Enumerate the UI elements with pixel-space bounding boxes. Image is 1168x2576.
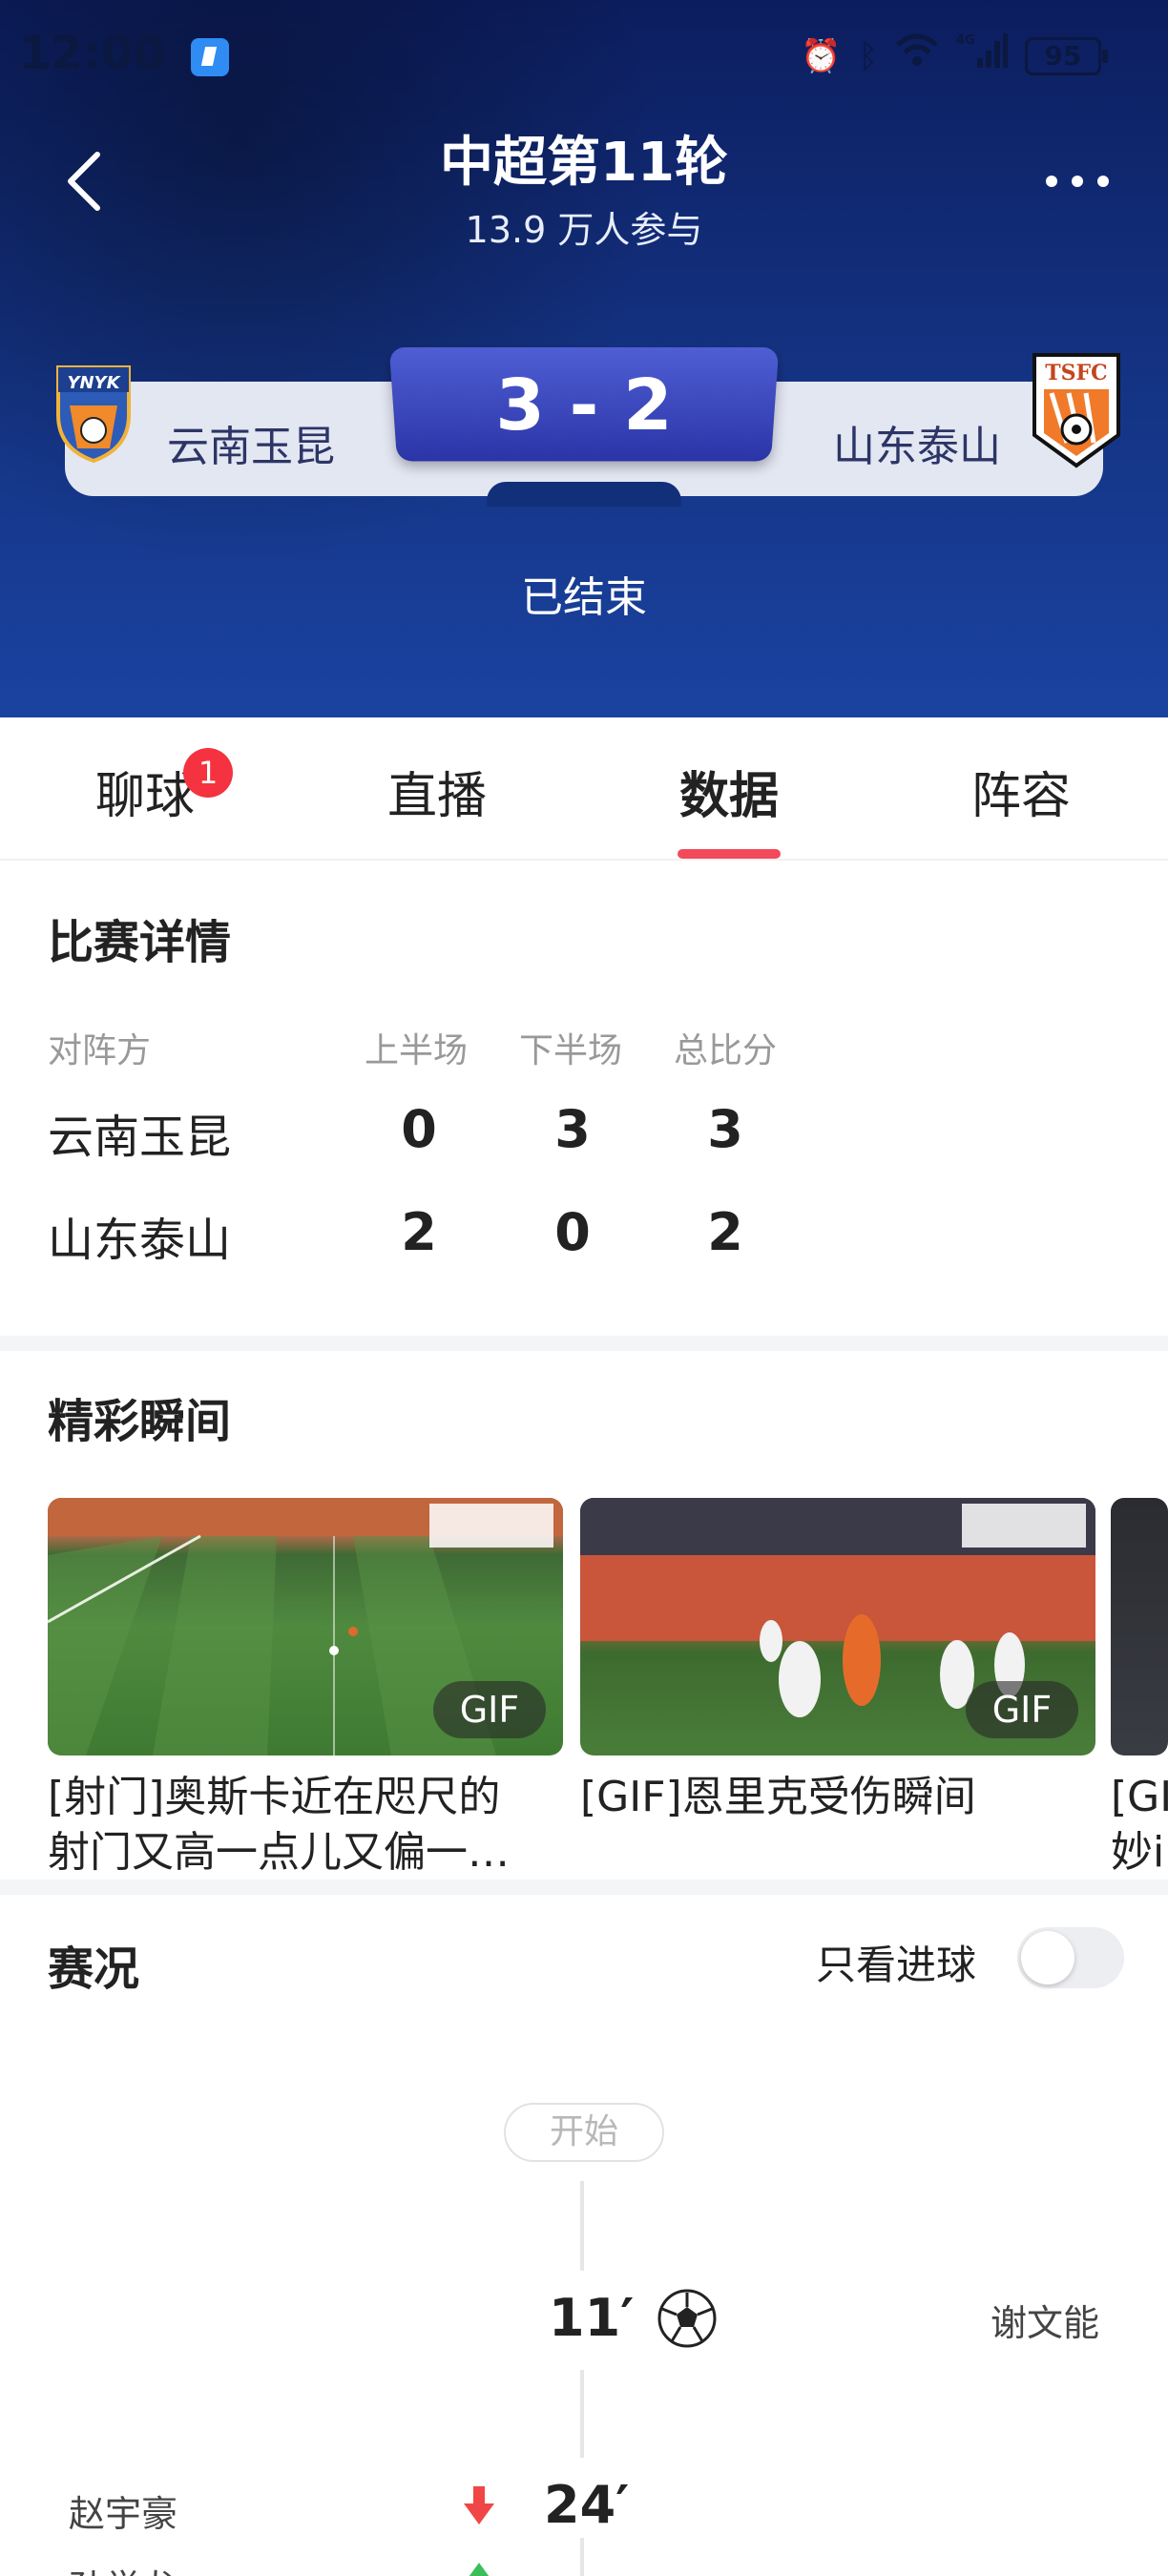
event-player-home[interactable]: 孙学龙 <box>69 2559 177 2576</box>
event-player-away[interactable]: 谢文能 <box>991 2294 1099 2346</box>
match-header: 12:00 ⏰ ᛒ 4G 95 中超第11轮 13.9 万人参与 3 - 2 Y… <box>0 0 1168 717</box>
event-minute: 11′ <box>549 2288 635 2348</box>
section-title-details: 比赛详情 <box>48 916 232 969</box>
app-notification-icon <box>191 38 229 76</box>
participants-count: 13.9 万人参与 <box>465 209 703 251</box>
section-divider <box>0 1880 1168 1895</box>
event-minute: 24′ <box>544 2475 630 2535</box>
tab-live[interactable]: 直播 <box>342 756 532 827</box>
active-tab-indicator <box>678 849 781 859</box>
match-status: 已结束 <box>521 573 647 622</box>
details-col-total: 总比分 <box>674 1031 778 1070</box>
details-row-second-half: 3 <box>554 1099 591 1159</box>
home-team-logo[interactable]: YNYK <box>52 358 135 464</box>
gif-badge: GIF <box>966 1681 1078 1738</box>
details-row-second-half: 0 <box>554 1202 591 1262</box>
toggle-knob <box>1021 1931 1074 1984</box>
status-bar: 12:00 ⏰ ᛒ 4G 95 <box>0 0 1168 105</box>
section-title-highlights: 精彩瞬间 <box>48 1395 232 1448</box>
battery-icon: 95 <box>1025 37 1108 75</box>
alarm-icon: ⏰ <box>801 37 842 75</box>
svg-text:4G: 4G <box>956 33 975 48</box>
away-team-name[interactable]: 山东泰山 <box>833 412 1001 473</box>
details-row-total: 2 <box>707 1202 743 1262</box>
status-time: 12:00 <box>19 27 165 80</box>
event-player-home[interactable]: 赵宇豪 <box>69 2484 177 2537</box>
goals-only-toggle[interactable] <box>1017 1927 1124 1988</box>
timeline-line <box>580 2181 584 2271</box>
section-title-events: 赛况 <box>48 1942 140 1996</box>
highlight-caption[interactable]: [GI 妙i <box>1111 1770 1168 1880</box>
timeline-line <box>580 2370 584 2458</box>
highlight-card[interactable]: GIF <box>48 1498 563 1755</box>
details-row-total: 3 <box>707 1099 743 1159</box>
page-title: 中超第11轮 <box>440 132 728 194</box>
football-icon <box>657 2288 718 2349</box>
home-team-name[interactable]: 云南玉昆 <box>167 412 335 473</box>
details-row-team: 云南玉昆 <box>48 1111 232 1164</box>
match-score: 3 - 2 <box>495 364 673 447</box>
bluetooth-icon: ᛒ <box>858 37 878 75</box>
section-divider <box>0 1336 1168 1351</box>
svg-text:TSFC: TSFC <box>1045 361 1107 385</box>
wifi-icon <box>895 33 939 79</box>
timeline-line <box>580 2538 584 2576</box>
gif-badge: GIF <box>433 1681 546 1738</box>
details-row-first-half: 0 <box>401 1099 437 1159</box>
highlight-card[interactable] <box>1111 1498 1168 1755</box>
details-row-first-half: 2 <box>401 1202 437 1262</box>
more-dots-icon <box>1046 176 1109 187</box>
tab-lineup[interactable]: 阵容 <box>926 756 1116 827</box>
sub-in-arrow-icon <box>460 2559 498 2576</box>
goals-only-label: 只看进球 <box>816 1942 977 1988</box>
unread-badge: 1 <box>183 748 233 798</box>
tab-bar: 聊球 1 直播 数据 阵容 <box>0 717 1168 861</box>
details-row-team: 山东泰山 <box>48 1214 232 1267</box>
highlight-caption[interactable]: [射门]奥斯卡近在咫尺的 射门又高一点儿又偏一… <box>48 1770 563 1880</box>
details-col-first-half: 上半场 <box>365 1031 469 1070</box>
sub-out-arrow-icon <box>460 2483 498 2528</box>
away-team-logo[interactable]: TSFC <box>1031 351 1122 469</box>
timeline-start: 开始 <box>504 2103 664 2162</box>
highlight-card[interactable]: GIF <box>580 1498 1095 1755</box>
details-col-second-half: 下半场 <box>519 1031 623 1070</box>
more-button[interactable] <box>1034 162 1120 200</box>
details-col-team: 对阵方 <box>48 1031 152 1070</box>
status-icons: ⏰ ᛒ 4G 95 <box>801 31 1108 81</box>
4g-signal-icon: 4G <box>956 31 1008 81</box>
highlight-caption[interactable]: [GIF]恩里克受伤瞬间 <box>580 1770 1095 1880</box>
tab-data[interactable]: 数据 <box>634 756 824 827</box>
svg-text:YNYK: YNYK <box>67 373 121 393</box>
